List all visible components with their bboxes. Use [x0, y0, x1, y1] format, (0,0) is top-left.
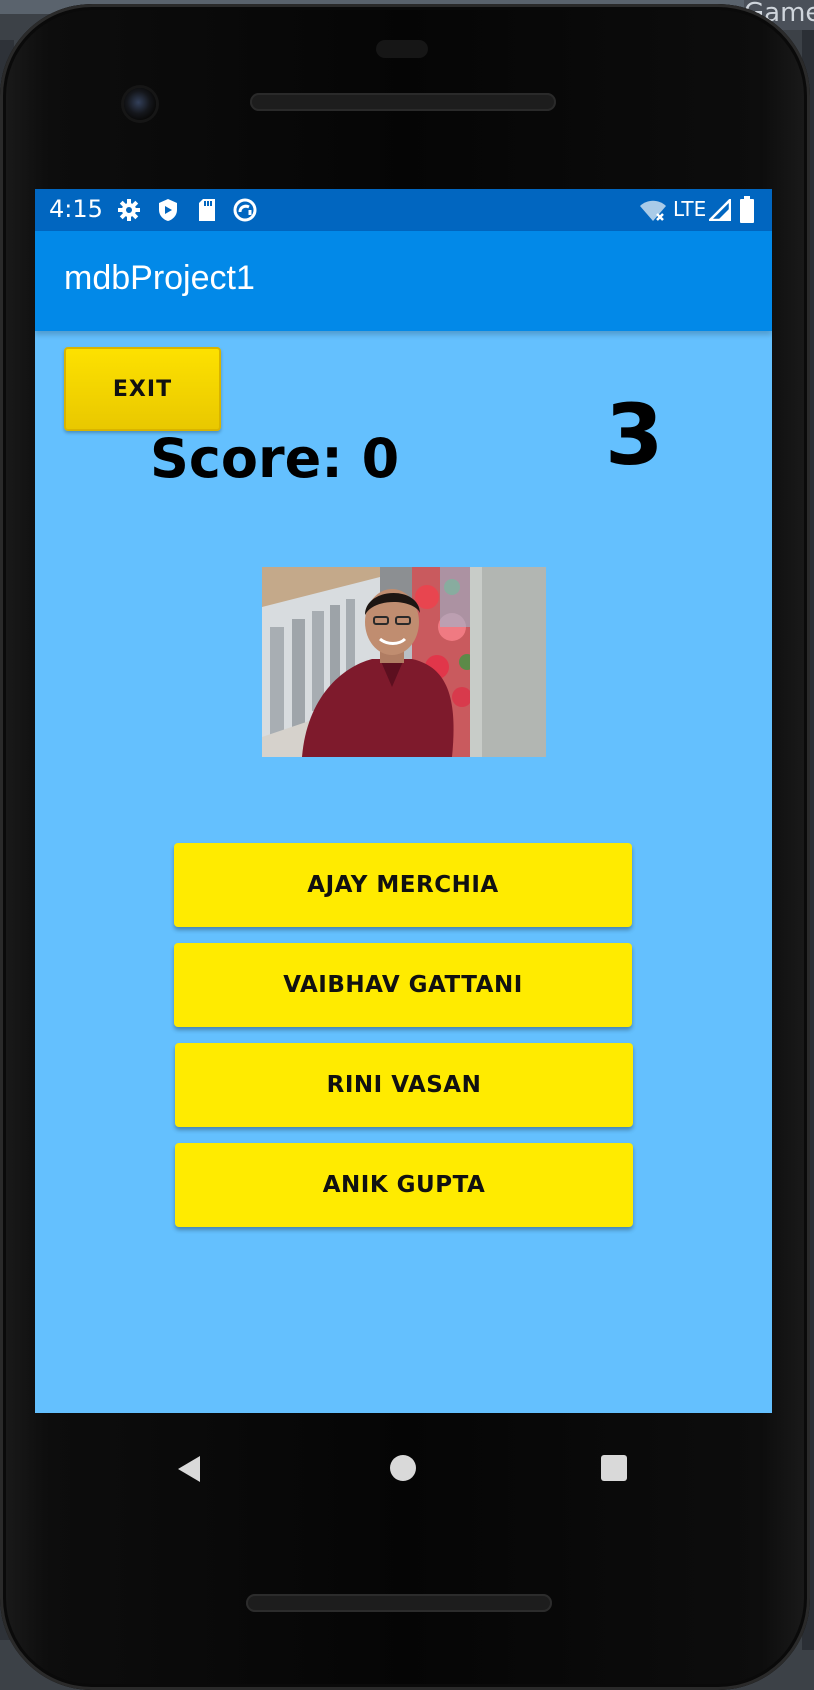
navigation-bar — [35, 1413, 772, 1523]
wifi-off-icon — [639, 199, 667, 227]
answer-button-3[interactable]: RINI VASAN — [175, 1043, 633, 1127]
status-time: 4:15 — [49, 195, 103, 223]
app-screen: 4:15 LTE mdbProject1 EXIT Score: 0 3 AJA… — [35, 189, 772, 1413]
front-camera — [124, 88, 156, 120]
back-icon[interactable] — [175, 1455, 203, 1487]
sd-card-icon — [197, 198, 217, 226]
earpiece-speaker — [250, 93, 556, 111]
person-photo — [262, 567, 546, 757]
home-icon[interactable] — [390, 1455, 416, 1481]
countdown-timer: 3 — [605, 386, 664, 484]
exit-button[interactable]: EXIT — [64, 347, 221, 431]
sync-icon — [233, 198, 257, 226]
network-type: LTE — [673, 197, 707, 221]
recents-icon[interactable] — [601, 1455, 627, 1481]
signal-icon — [706, 196, 732, 225]
shield-icon — [157, 198, 179, 226]
battery-icon — [739, 196, 755, 228]
app-bar: mdbProject1 — [35, 231, 772, 331]
answer-button-1[interactable]: AJAY MERCHIA — [174, 843, 632, 927]
bottom-speaker — [246, 1594, 552, 1612]
score-label: Score: 0 — [150, 427, 400, 490]
phone-sensor-slot — [376, 40, 428, 58]
answer-button-2[interactable]: VAIBHAV GATTANI — [174, 943, 632, 1027]
status-bar: 4:15 LTE — [35, 189, 772, 231]
gear-icon — [117, 198, 141, 226]
app-title: mdbProject1 — [64, 259, 255, 297]
answer-button-4[interactable]: ANIK GUPTA — [175, 1143, 633, 1227]
